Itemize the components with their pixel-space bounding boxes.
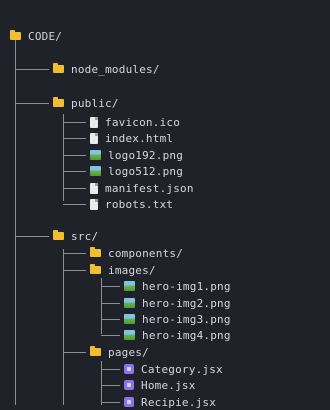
tree-item-label: src/	[71, 229, 99, 243]
tree-item-label: pages/	[108, 345, 149, 359]
tree-item-hero-img1[interactable]: hero-img1.png	[124, 278, 231, 294]
tree-item-logo192[interactable]: logo192.png	[90, 147, 183, 163]
jsx-file-icon	[124, 397, 134, 407]
tree-item-robots[interactable]: robots.txt	[90, 196, 173, 212]
file-icon	[90, 198, 98, 210]
tree-item-label: public/	[71, 96, 119, 110]
tree-guide-src	[63, 249, 64, 405]
tree-branch-connector	[15, 69, 49, 70]
tree-item-label: hero-img4.png	[142, 328, 231, 342]
tree-item-index-html[interactable]: index.html	[90, 130, 173, 146]
folder-icon	[53, 63, 64, 73]
tree-branch-connector	[63, 253, 86, 254]
tree-branch-connector	[63, 204, 86, 205]
tree-item-label: logo512.png	[108, 164, 184, 178]
image-file-icon	[90, 150, 101, 160]
tree-item-hero-img3[interactable]: hero-img3.png	[124, 311, 231, 327]
tree-branch-connector	[63, 171, 86, 172]
tree-item-hero-img2[interactable]: hero-img2.png	[124, 295, 231, 311]
tree-guide-pages	[101, 361, 102, 405]
tree-branch-connector	[63, 138, 86, 139]
tree-branch-connector	[15, 103, 49, 104]
tree-item-label: images/	[108, 263, 156, 277]
image-file-icon	[124, 281, 135, 291]
tree-branch-connector	[15, 236, 49, 237]
tree-guide-src-deep	[63, 334, 64, 348]
image-file-icon	[124, 314, 135, 324]
tree-item-label: node_modules/	[71, 62, 160, 76]
tree-branch-connector	[63, 122, 86, 123]
tree-item-logo512[interactable]: logo512.png	[90, 163, 183, 179]
tree-item-manifest[interactable]: manifest.json	[90, 180, 194, 196]
tree-branch-connector	[101, 286, 120, 287]
tree-item-recipie-jsx[interactable]: Recipie.jsx	[124, 394, 216, 410]
tree-branch-connector	[63, 155, 86, 156]
folder-icon	[90, 264, 101, 274]
file-tree: CODE/node_modules/public/favicon.ico inde…	[0, 0, 330, 409]
tree-branch-connector	[101, 319, 120, 320]
jsx-file-icon	[124, 364, 134, 374]
tree-item-code[interactable]: CODE/	[10, 28, 62, 44]
tree-branch-connector	[101, 303, 120, 304]
file-icon	[90, 132, 98, 144]
tree-item-favicon[interactable]: favicon.ico	[90, 114, 180, 130]
tree-branch-connector	[63, 352, 86, 353]
image-file-icon	[124, 330, 135, 340]
tree-item-label: Home.jsx	[141, 378, 196, 392]
tree-item-label: index.html	[105, 131, 174, 145]
tree-item-components[interactable]: components/	[90, 245, 183, 261]
tree-item-label: manifest.json	[105, 181, 194, 195]
tree-item-images[interactable]: images/	[90, 262, 156, 278]
tree-branch-connector	[101, 385, 120, 386]
file-icon	[90, 116, 98, 128]
tree-item-label: components/	[108, 246, 184, 260]
image-file-icon	[90, 166, 101, 176]
tree-item-label: hero-img2.png	[142, 296, 231, 310]
tree-item-hero-img4[interactable]: hero-img4.png	[124, 327, 231, 343]
tree-item-label: CODE/	[28, 29, 63, 43]
tree-item-category-jsx[interactable]: Category.jsx	[124, 361, 223, 377]
tree-branch-connector	[101, 369, 120, 370]
folder-icon	[90, 247, 101, 257]
jsx-file-icon	[124, 380, 134, 390]
file-icon	[90, 182, 98, 194]
tree-branch-connector	[63, 188, 86, 189]
tree-item-src[interactable]: src/	[53, 228, 98, 244]
tree-item-label: logo192.png	[108, 148, 184, 162]
tree-branch-connector	[63, 270, 86, 271]
tree-guide-root	[15, 40, 16, 405]
tree-item-pages[interactable]: pages/	[90, 344, 149, 360]
tree-item-label: Category.jsx	[141, 362, 223, 376]
tree-branch-connector	[101, 335, 120, 336]
folder-icon	[10, 30, 21, 40]
tree-item-label: hero-img1.png	[142, 279, 231, 293]
tree-item-label: hero-img3.png	[142, 312, 231, 326]
tree-item-home-jsx[interactable]: Home.jsx	[124, 377, 196, 393]
tree-item-label: robots.txt	[105, 197, 174, 211]
tree-branch-connector	[101, 402, 120, 403]
image-file-icon	[124, 298, 135, 308]
tree-item-node-modules[interactable]: node_modules/	[53, 61, 160, 77]
tree-item-label: favicon.ico	[105, 115, 181, 129]
folder-icon	[53, 97, 64, 107]
tree-item-label: Recipie.jsx	[141, 395, 217, 409]
folder-icon	[90, 346, 101, 356]
folder-icon	[53, 230, 64, 240]
tree-item-public[interactable]: public/	[53, 95, 119, 111]
